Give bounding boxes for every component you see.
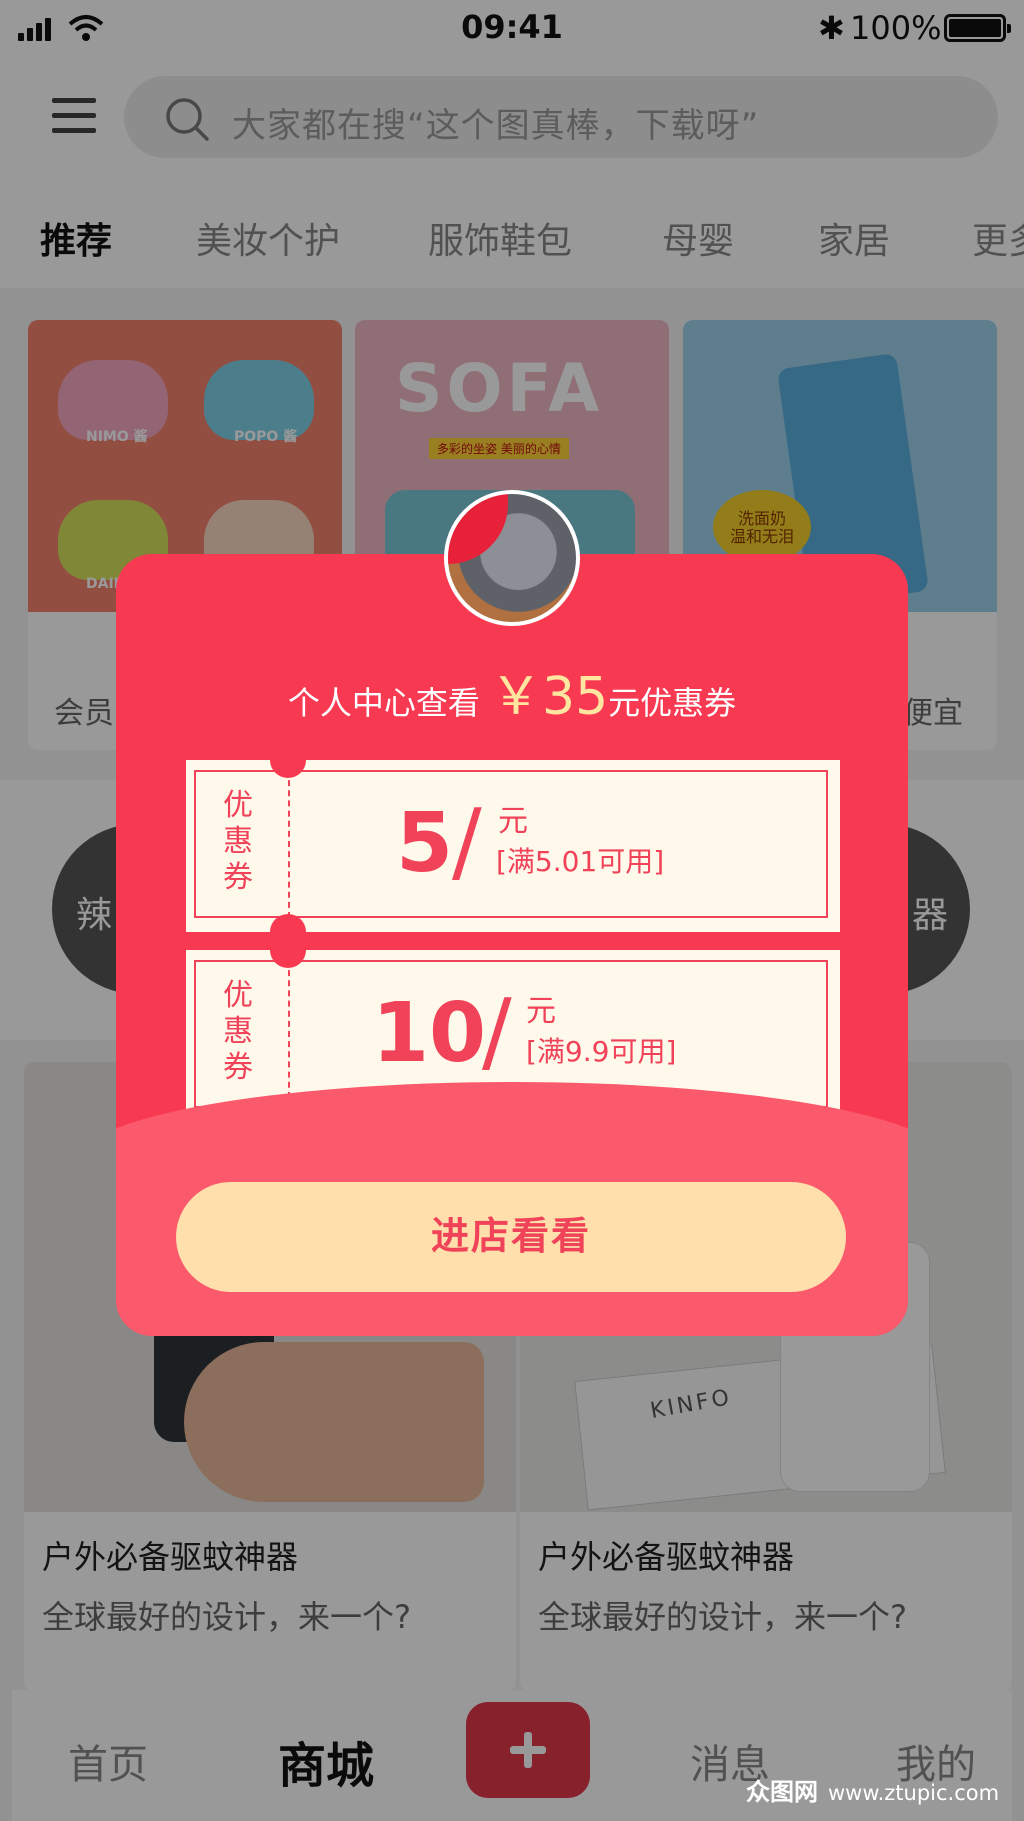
coupon-slash: / (452, 790, 482, 893)
watermark-brand: 众图网 (746, 1778, 818, 1806)
popup-title: 个人中心查看 ￥35元优惠券 (116, 654, 908, 729)
coupon-condition: [满5.01可用] (496, 845, 665, 878)
coupon-label: 优惠券 (223, 978, 253, 1085)
coupon-notch (270, 742, 306, 778)
coupon-label: 优惠券 (223, 788, 253, 895)
cat-avatar (444, 490, 580, 626)
visit-store-button[interactable]: 进店看看 (176, 1182, 846, 1292)
popup-title-suffix: 元优惠券 (608, 684, 737, 722)
coupon-slash: / (482, 980, 512, 1083)
coupon-popup: 个人中心查看 ￥35元优惠券 优惠券 5 / 元 [满5.01可用] 优惠券 1… (116, 554, 908, 1336)
popup-title-prefix: 个人中心查看 (287, 684, 480, 722)
watermark-url: www.ztupic.com (828, 1781, 1000, 1805)
coupon-card[interactable]: 优惠券 5 / 元 [满5.01可用] (186, 742, 840, 950)
coupon-unit: 元 (498, 804, 528, 839)
coupon-divider (288, 960, 290, 1108)
coupon-condition: [满9.9可用] (526, 1035, 677, 1068)
watermark: 众图网 www.ztupic.com (746, 1772, 999, 1807)
coupon-notch (270, 932, 306, 968)
coupon-unit: 元 (526, 994, 556, 1029)
popup-amount: ￥35 (490, 667, 609, 727)
coupon-value: 10 (372, 986, 487, 1081)
coupon-divider (288, 770, 290, 918)
coupon-value: 5 (396, 796, 454, 891)
